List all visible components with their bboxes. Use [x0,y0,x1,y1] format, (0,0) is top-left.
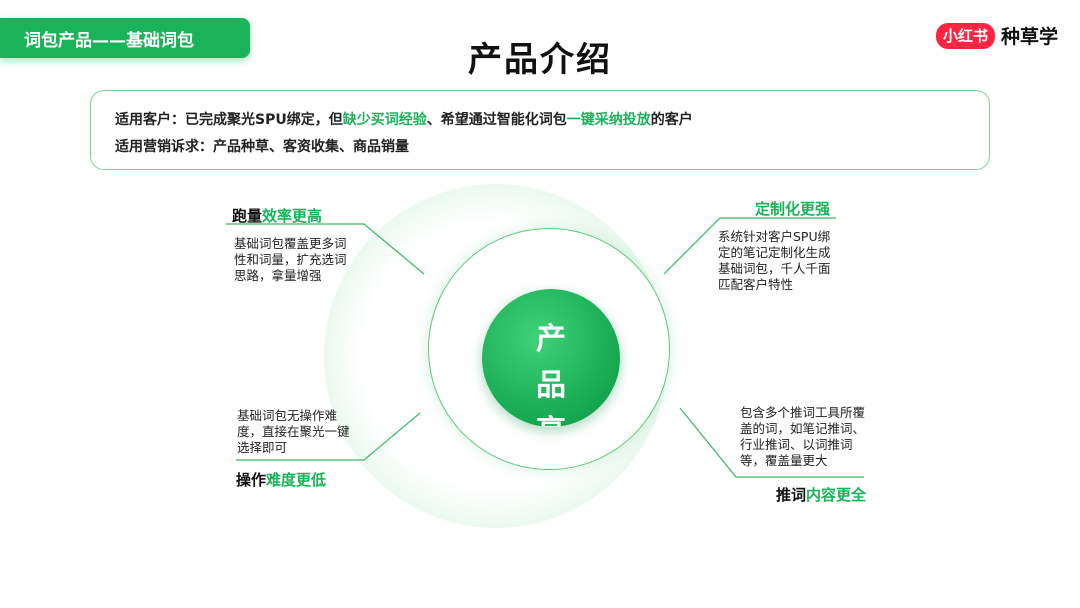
feature-title-top-left-prefix: 跑量 [232,207,263,225]
feature-title-bottom-left-highlight: 难度更低 [266,471,327,489]
feature-title-top-left-highlight: 效率更高 [262,207,323,225]
feature-title-bottom-left: 操作难度更低 [236,469,326,490]
feature-desc-top-left: 基础词包覆盖更多词性和词量，扩充选词思路，拿量增强 [234,236,347,283]
feature-title-bottom-right-highlight: 内容更全 [805,486,866,504]
feature-desc-top-right: 系统针对客户SPU绑定的笔记定制化生成基础词包，千人千面匹配客户特性 [718,229,831,292]
feature-title-bottom-right: 推词内容更全 [776,484,866,505]
feature-title-top-left: 跑量效率更高 [232,205,322,226]
feature-title-bottom-left-prefix: 操作 [236,471,267,489]
feature-desc-bottom-right: 包含多个推词工具所覆盖的词，如笔记推词、行业推词、以词推词等，覆盖量更大 [740,405,866,468]
feature-title-top-right: 定制化更强 [755,198,830,219]
feature-title-bottom-right-prefix: 推词 [775,486,806,504]
feature-title-top-right-highlight: 定制化更强 [754,200,830,218]
connector-lines [226,217,864,478]
feature-desc-bottom-left: 基础词包无操作难度，直接在聚光一键选择即可 [237,408,350,455]
